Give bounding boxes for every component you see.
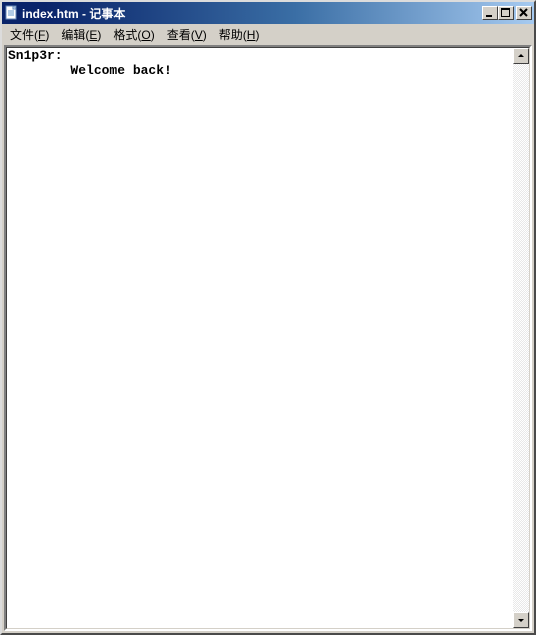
window-frame: index.htm - 记事本 文件 <box>0 0 536 635</box>
maximize-icon <box>501 8 511 18</box>
menu-label: 编辑 <box>61 28 85 42</box>
editor-inner: Sn1p3r: Welcome back! <box>6 47 530 629</box>
scroll-down-button[interactable] <box>513 612 529 628</box>
close-icon <box>519 8 529 18</box>
scroll-track[interactable] <box>513 64 529 612</box>
notepad-icon <box>4 5 20 21</box>
close-button[interactable] <box>516 6 532 20</box>
menu-accel: F <box>38 28 45 42</box>
menu-format[interactable]: 格式(O) <box>107 25 160 44</box>
minimize-icon <box>485 8 495 18</box>
maximize-button[interactable] <box>498 6 514 20</box>
menu-accel: V <box>195 28 203 42</box>
menu-label: 查看 <box>167 28 191 42</box>
menu-help[interactable]: 帮助(H) <box>213 25 266 44</box>
chevron-down-icon <box>517 616 525 624</box>
menu-accel: O <box>141 28 150 42</box>
menubar: 文件(F) 编辑(E) 格式(O) 查看(V) 帮助(H) <box>2 24 534 45</box>
menu-edit[interactable]: 编辑(E) <box>55 25 107 44</box>
menu-view[interactable]: 查看(V) <box>161 25 213 44</box>
client-area: Sn1p3r: Welcome back! <box>4 45 532 631</box>
minimize-button[interactable] <box>482 6 498 20</box>
window-controls <box>482 6 532 20</box>
menu-label: 帮助 <box>219 28 243 42</box>
menu-file[interactable]: 文件(F) <box>4 25 55 44</box>
editor-frame: Sn1p3r: Welcome back! <box>4 45 532 631</box>
menu-accel: E <box>89 28 97 42</box>
chevron-up-icon <box>517 52 525 60</box>
menu-label: 格式 <box>113 28 137 42</box>
vertical-scrollbar[interactable] <box>513 48 529 628</box>
scroll-up-button[interactable] <box>513 48 529 64</box>
titlebar[interactable]: index.htm - 记事本 <box>2 2 534 24</box>
editor[interactable]: Sn1p3r: Welcome back! <box>7 48 513 628</box>
menu-label: 文件 <box>10 28 34 42</box>
menu-accel: H <box>247 28 256 42</box>
window-title: index.htm - 记事本 <box>22 5 482 22</box>
